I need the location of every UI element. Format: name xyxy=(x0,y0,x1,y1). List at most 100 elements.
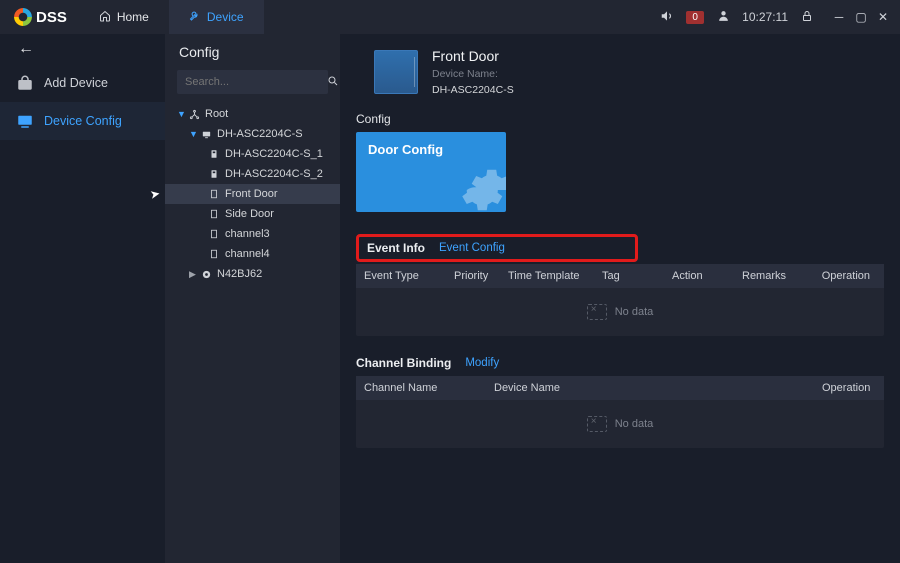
chevron-right-icon: ▶ xyxy=(189,269,199,280)
section-config-label: Config xyxy=(356,112,884,126)
chevron-down-icon: ▼ xyxy=(177,109,187,119)
volume-icon[interactable] xyxy=(660,9,674,26)
event-info-header: Event Info Event Config xyxy=(367,241,627,255)
search-icon xyxy=(327,75,339,90)
gear-icon xyxy=(460,163,506,212)
channel-nodata-text: No data xyxy=(615,418,654,430)
tree-device-label: DH-ASC2204C-S xyxy=(217,128,303,140)
device-header: Front Door Device Name: DH-ASC2204C-S xyxy=(374,48,884,96)
device-icon xyxy=(199,129,213,140)
logo-icon xyxy=(14,8,32,26)
col-tag: Tag xyxy=(594,264,664,288)
tree-channel-4[interactable]: channel4 xyxy=(165,244,340,264)
tree-channel-1-label: DH-ASC2204C-S_1 xyxy=(225,148,323,160)
config-panel-title: Config xyxy=(165,44,340,70)
page-title: Front Door xyxy=(432,48,514,64)
col-priority: Priority xyxy=(446,264,500,288)
door-config-tile[interactable]: Door Config xyxy=(356,132,506,212)
add-device-icon xyxy=(16,74,34,92)
device-tree: ▼ Root ▼ DH-ASC2204C-S DH-ASC2204C-S_1 D… xyxy=(165,104,340,284)
event-info-highlight: Event Info Event Config xyxy=(356,234,638,262)
reader-icon xyxy=(207,169,221,179)
door-config-tile-title: Door Config xyxy=(368,142,494,157)
modify-link[interactable]: Modify xyxy=(465,357,499,369)
wrench-icon xyxy=(189,10,201,25)
app-logo: DSS xyxy=(14,8,67,26)
lock-icon[interactable] xyxy=(800,10,814,25)
event-config-link[interactable]: Event Config xyxy=(439,242,505,254)
nodata-icon xyxy=(587,304,607,320)
tree-front-door-label: Front Door xyxy=(225,188,278,200)
device-config-icon xyxy=(16,112,34,130)
col-channel-name: Channel Name xyxy=(356,376,486,400)
tree-device[interactable]: ▼ DH-ASC2204C-S xyxy=(165,124,340,144)
channel-table: Channel Name Device Name Operation No da… xyxy=(356,376,884,448)
col-remarks: Remarks xyxy=(734,264,804,288)
main-tabs: Home Device xyxy=(79,0,264,34)
search-input[interactable] xyxy=(185,76,327,88)
title-bar: DSS Home Device 0 10:27:11 ─ ▢ xyxy=(0,0,900,34)
topbar-right: 0 10:27:11 ─ ▢ ✕ xyxy=(660,9,890,26)
channel-binding-header: Channel Binding Modify xyxy=(356,356,884,370)
tree-side-door[interactable]: Side Door xyxy=(165,204,340,224)
maximize-icon[interactable]: ▢ xyxy=(854,10,868,24)
col-event-type: Event Type xyxy=(356,264,446,288)
tree-channel-1[interactable]: DH-ASC2204C-S_1 xyxy=(165,144,340,164)
chevron-down-icon: ▼ xyxy=(189,129,199,139)
tree-front-door[interactable]: Front Door xyxy=(165,184,340,204)
notification-badge[interactable]: 0 xyxy=(686,11,704,24)
col-operation-2: Operation xyxy=(814,376,884,400)
clock-text: 10:27:11 xyxy=(742,10,788,24)
tab-device-label: Device xyxy=(207,10,244,24)
user-icon[interactable] xyxy=(716,9,730,25)
tree-channel-4-label: channel4 xyxy=(225,248,270,260)
tree-channel-3[interactable]: channel3 xyxy=(165,224,340,244)
event-table-nodata: No data xyxy=(356,288,884,336)
nav-add-device[interactable]: Add Device xyxy=(0,64,165,102)
nav-device-config-label: Device Config xyxy=(44,114,122,128)
tab-home[interactable]: Home xyxy=(79,0,169,34)
event-table: Event Type Priority Time Template Tag Ac… xyxy=(356,264,884,336)
camera-icon xyxy=(199,269,213,280)
tree-other-device-label: N42BJ62 xyxy=(217,268,262,280)
event-table-head: Event Type Priority Time Template Tag Ac… xyxy=(356,264,884,288)
home-icon xyxy=(99,10,111,25)
brand-text: DSS xyxy=(36,9,67,26)
col-action: Action xyxy=(664,264,734,288)
device-subtitle: Device Name: xyxy=(432,68,514,80)
col-device-name: Device Name xyxy=(486,376,814,400)
back-button[interactable]: ← xyxy=(0,34,165,64)
minimize-icon[interactable]: ─ xyxy=(832,10,846,24)
nav-device-config[interactable]: Device Config xyxy=(0,102,165,140)
door-icon xyxy=(207,229,221,239)
event-nodata-text: No data xyxy=(615,306,654,318)
event-info-title: Event Info xyxy=(367,241,425,255)
device-thumbnail xyxy=(374,50,418,94)
nav-add-device-label: Add Device xyxy=(44,76,108,90)
config-panel: Config ▼ Root ▼ DH-ASC2204C-S DH-ASC2204… xyxy=(165,34,340,563)
tab-device[interactable]: Device xyxy=(169,0,264,34)
col-time-template: Time Template xyxy=(500,264,594,288)
tree-channel-3-label: channel3 xyxy=(225,228,270,240)
tree-root[interactable]: ▼ Root xyxy=(165,104,340,124)
door-icon xyxy=(207,249,221,259)
tab-home-label: Home xyxy=(117,10,149,24)
tree-search[interactable] xyxy=(177,70,328,94)
channel-table-head: Channel Name Device Name Operation xyxy=(356,376,884,400)
nav-rail: ← Add Device Device Config xyxy=(0,34,165,563)
tree-channel-2[interactable]: DH-ASC2204C-S_2 xyxy=(165,164,340,184)
door-icon xyxy=(207,189,221,199)
tree-root-label: Root xyxy=(205,108,228,120)
channel-binding-title: Channel Binding xyxy=(356,356,451,370)
network-icon xyxy=(187,109,201,120)
col-operation: Operation xyxy=(804,264,884,288)
tree-side-door-label: Side Door xyxy=(225,208,274,220)
door-icon xyxy=(207,209,221,219)
close-icon[interactable]: ✕ xyxy=(876,10,890,24)
main-content: Front Door Device Name: DH-ASC2204C-S Co… xyxy=(340,34,900,563)
nodata-icon xyxy=(587,416,607,432)
reader-icon xyxy=(207,149,221,159)
tree-channel-2-label: DH-ASC2204C-S_2 xyxy=(225,168,323,180)
channel-table-nodata: No data xyxy=(356,400,884,448)
tree-other-device[interactable]: ▶ N42BJ62 xyxy=(165,264,340,284)
